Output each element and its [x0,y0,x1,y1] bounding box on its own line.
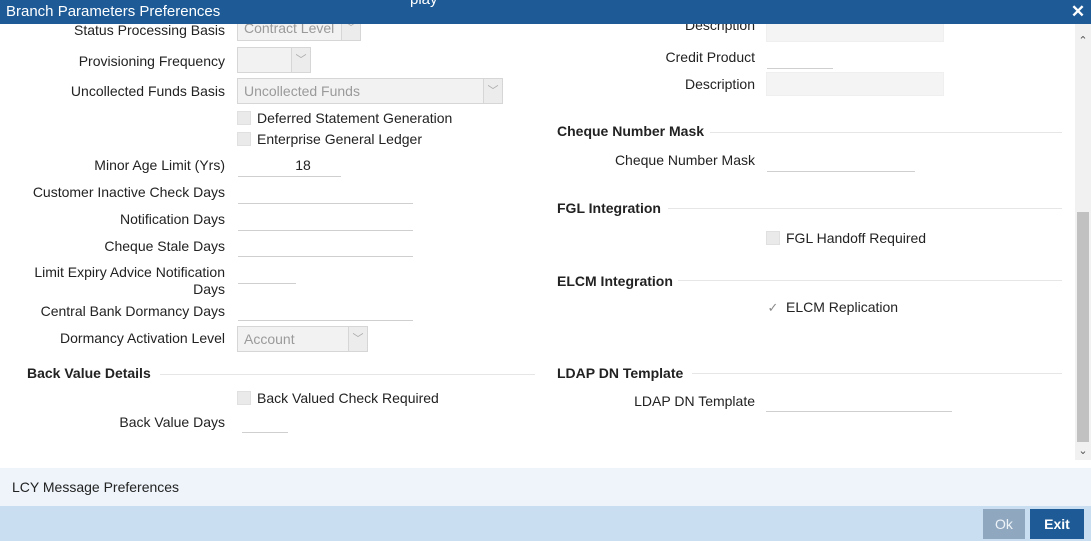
status-processing-basis-value: Contract Level [244,24,335,36]
description-label: Description [684,76,755,92]
chevron-down-icon[interactable]: ﹀ [291,48,310,72]
status-processing-basis-label: Status Processing Basis [74,24,225,38]
notification-days-label: Notification Days [119,211,225,227]
scrollbar-thumb[interactable] [1077,212,1089,442]
provisioning-frequency-select[interactable]: ﹀ [237,47,311,73]
window-titlebar: play Branch Parameters Preferences [0,0,1091,24]
uncollected-funds-basis-value: Uncollected Funds [244,83,360,99]
cheque-number-mask-underline [767,171,915,172]
back-value-days-label: Back Value Days [119,414,225,430]
ldap-dn-template-underline [766,411,952,412]
back-value-days-underline [242,432,288,433]
cheque-number-mask-label: Cheque Number Mask [614,152,755,168]
back-valued-check-required-label: Back Valued Check Required [257,390,439,406]
chevron-down-icon[interactable]: ﹀ [348,327,367,351]
fgl-integration-title: FGL Integration [557,200,661,216]
minor-age-limit-input[interactable]: 18 [238,157,368,173]
deferred-statement-generation-label: Deferred Statement Generation [257,110,453,126]
back-value-details-divider [160,374,535,375]
enterprise-general-ledger-label: Enterprise General Ledger [257,131,422,147]
back-valued-check-required-checkbox[interactable] [237,391,251,405]
elcm-replication-label: ELCM Replication [786,299,899,315]
form-content: Status Processing Basis Contract Level ﹀… [0,24,1075,460]
ldap-dn-template-section-title: LDAP DN Template [557,365,684,381]
ldap-dn-template-label: LDAP DN Template [634,393,755,409]
back-value-details-title: Back Value Details [27,365,151,381]
chevron-down-icon[interactable]: ﹀ [483,79,502,103]
provisioning-frequency-label: Provisioning Frequency [78,53,225,69]
customer-inactive-check-days-underline [238,203,413,204]
exit-button[interactable]: Exit [1030,509,1084,539]
uncollected-funds-basis-select[interactable]: Uncollected Funds ﹀ [237,78,503,104]
dormancy-activation-level-label: Dormancy Activation Level [60,330,225,346]
window-title: Branch Parameters Preferences [6,3,221,20]
minor-age-limit-underline [238,176,341,177]
footer-bar [0,506,1091,541]
deferred-statement-generation-checkbox[interactable] [237,111,251,125]
uncollected-funds-basis-label: Uncollected Funds Basis [70,83,225,99]
ldap-dn-template-divider [692,373,1062,374]
description-top-label: Description [684,24,755,33]
status-processing-basis-select[interactable]: Contract Level ﹀ [237,24,361,41]
cheque-number-mask-divider [710,132,1062,133]
minor-age-limit-label: Minor Age Limit (Yrs) [94,157,225,173]
fgl-integration-divider [668,208,1062,209]
cheque-number-mask-section-title: Cheque Number Mask [557,123,705,139]
central-bank-dormancy-days-underline [238,320,413,321]
lcy-message-preferences-link[interactable]: LCY Message Preferences [12,479,179,495]
elcm-integration-divider [678,280,1062,281]
enterprise-general-ledger-checkbox[interactable] [237,132,251,146]
dormancy-activation-level-select[interactable]: Account ﹀ [237,326,368,352]
customer-inactive-check-days-label: Customer Inactive Check Days [32,184,225,200]
scroll-up-icon[interactable]: ⌃ [1075,34,1091,48]
description-field [766,72,944,96]
dormancy-activation-level-value: Account [244,331,295,347]
limit-expiry-advice-notification-days-label: Limit Expiry Advice Notification Days [34,264,225,297]
credit-product-underline [767,68,833,69]
fgl-handoff-required-label: FGL Handoff Required [786,230,927,246]
cheque-stale-days-underline [238,256,413,257]
clipped-title-fragment: play [410,0,438,8]
fgl-handoff-required-checkbox[interactable] [766,231,780,245]
cheque-stale-days-label: Cheque Stale Days [104,238,225,254]
limit-expiry-advice-notification-days-underline [238,283,296,284]
chevron-down-icon[interactable]: ﹀ [341,24,360,40]
ok-button[interactable]: Ok [983,509,1025,539]
credit-product-label: Credit Product [665,49,755,65]
close-icon[interactable]: ✕ [1068,1,1088,23]
scroll-down-icon[interactable]: ⌄ [1075,444,1091,458]
elcm-replication-check-icon[interactable]: ✓ [766,301,780,315]
description-top-field [766,24,944,42]
elcm-integration-title: ELCM Integration [557,273,673,289]
notification-days-underline [238,230,413,231]
central-bank-dormancy-days-label: Central Bank Dormancy Days [40,303,225,319]
